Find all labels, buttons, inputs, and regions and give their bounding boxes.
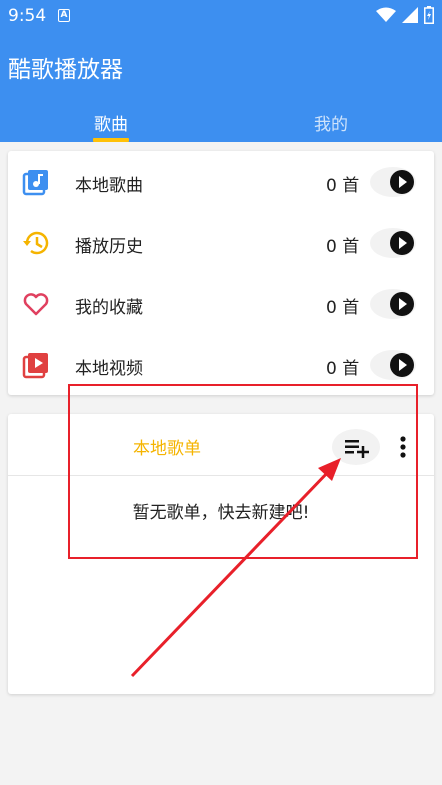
status-time: 9:54 [8,6,47,26]
list-item-local-songs[interactable]: 本地歌曲 0 首 [8,151,434,212]
signal-icon [402,7,418,23]
app-bar: 酷歌播放器 歌曲 我的 [0,32,442,142]
heart-icon [23,293,49,316]
tab-songs[interactable]: 歌曲 [61,110,161,135]
item-count: 0 首 [326,176,360,196]
library-card: 本地歌曲 0 首 播放历史 0 首 我的收藏 0 首 本地视频 0 首 [8,151,434,395]
video-icon [22,353,48,379]
app-title: 酷歌播放器 [8,57,123,83]
battery-icon [424,6,434,24]
item-label: 本地视频 [75,359,143,379]
wifi-icon [376,7,396,22]
play-button[interactable] [370,167,416,197]
status-bar: 9:54 A [0,0,442,32]
play-button[interactable] [370,350,416,380]
item-label: 本地歌曲 [75,176,143,196]
list-item-play-history[interactable]: 播放历史 0 首 [8,212,434,273]
item-count: 0 首 [326,298,360,318]
tab-indicator [93,138,129,142]
tab-mine[interactable]: 我的 [281,110,381,135]
status-icons [376,6,434,24]
item-count: 0 首 [326,359,360,379]
music-note-icon [22,170,48,196]
history-icon [23,231,49,255]
play-button[interactable] [370,228,416,258]
notification-icon: A [58,9,70,22]
play-button[interactable] [370,289,416,319]
item-count: 0 首 [326,237,360,257]
annotation-highlight-box [68,384,418,559]
item-label: 我的收藏 [75,298,143,318]
item-label: 播放历史 [75,237,143,257]
list-item-favorites[interactable]: 我的收藏 0 首 [8,273,434,334]
